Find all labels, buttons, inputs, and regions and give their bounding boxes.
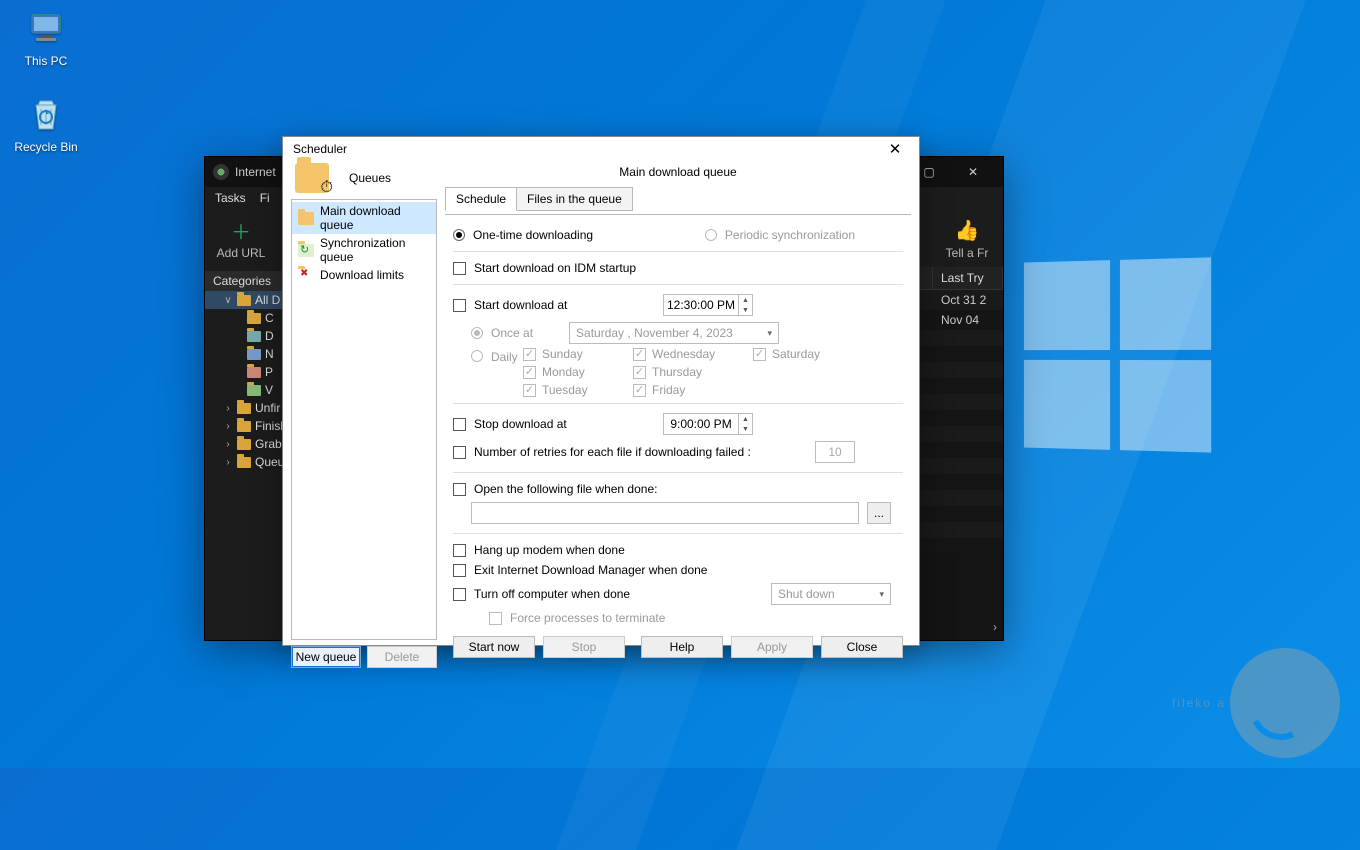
new-queue-button[interactable]: New queue xyxy=(291,646,361,668)
label-retries: Number of retries for each file if downl… xyxy=(474,445,751,459)
folder-icon xyxy=(298,212,314,225)
date-once-at[interactable]: Saturday , November 4, 2023 ▾ xyxy=(569,322,779,344)
chk-start-on-startup[interactable] xyxy=(453,262,466,275)
col-last-try[interactable]: Last Try xyxy=(933,267,1003,289)
label-force: Force processes to terminate xyxy=(510,611,665,625)
desktop-icon-recycle-bin[interactable]: Recycle Bin xyxy=(8,94,84,154)
radio-daily[interactable] xyxy=(471,350,483,362)
windows-logo xyxy=(1024,257,1211,452)
spin-down-icon[interactable]: ▼ xyxy=(739,305,752,315)
menu-file[interactable]: Fi xyxy=(260,191,270,205)
chk-exit-idm[interactable] xyxy=(453,564,466,577)
queues-panel: Queues Main download queue Synchronizati… xyxy=(291,161,437,668)
chk-start-at[interactable] xyxy=(453,299,466,312)
label-stop-at: Stop download at xyxy=(474,417,567,431)
stop-button[interactable]: Stop xyxy=(543,636,625,658)
close-icon[interactable]: ✕ xyxy=(877,137,913,161)
desktop-icon-label: Recycle Bin xyxy=(14,140,77,154)
tab-files[interactable]: Files in the queue xyxy=(516,187,633,211)
chk-tuesday[interactable] xyxy=(523,384,536,397)
idm-title-text: Internet xyxy=(235,165,276,179)
scheduler-titlebar[interactable]: Scheduler ✕ xyxy=(283,137,919,161)
time-start-at[interactable]: ▲▼ xyxy=(663,294,753,316)
plus-icon: ＋ xyxy=(227,216,255,244)
panel-title: Main download queue xyxy=(445,161,911,183)
delete-queue-button[interactable]: Delete xyxy=(367,646,437,668)
radio-one-time[interactable] xyxy=(453,229,465,241)
recycle-bin-icon xyxy=(25,94,67,136)
toolbar-add-url[interactable]: ＋ Add URL xyxy=(213,216,269,260)
chk-wednesday[interactable] xyxy=(633,348,646,361)
spin-up-icon[interactable]: ▲ xyxy=(739,414,752,424)
spin-up-icon[interactable]: ▲ xyxy=(739,295,752,305)
scroll-right-icon[interactable]: › xyxy=(993,620,997,634)
idm-app-icon xyxy=(213,164,229,180)
limits-icon xyxy=(298,269,314,282)
shutdown-mode[interactable]: Shut down▾ xyxy=(771,583,891,605)
chk-saturday[interactable] xyxy=(753,348,766,361)
chk-stop-at[interactable] xyxy=(453,418,466,431)
date-value: Saturday , November 4, 2023 xyxy=(576,326,733,340)
label-start-at: Start download at xyxy=(474,298,567,312)
queue-sync[interactable]: Synchronization queue xyxy=(292,234,436,266)
scheduler-right-panel: Main download queue Schedule Files in th… xyxy=(445,161,911,668)
chk-sunday[interactable] xyxy=(523,348,536,361)
label-hangup: Hang up modem when done xyxy=(474,543,625,557)
toolbar-label: Tell a Fr xyxy=(946,246,989,260)
dialog-title: Scheduler xyxy=(293,142,347,156)
start-now-button[interactable]: Start now xyxy=(453,636,535,658)
label-once-at: Once at xyxy=(491,326,533,340)
desktop-icon-label: This PC xyxy=(25,54,68,68)
label-one-time: One-time downloading xyxy=(473,228,593,242)
label-periodic: Periodic synchronization xyxy=(725,228,855,242)
tab-schedule[interactable]: Schedule xyxy=(445,187,517,211)
thumb-icon: 👍 xyxy=(953,216,981,244)
radio-periodic[interactable] xyxy=(705,229,717,241)
open-file-path[interactable] xyxy=(471,502,859,524)
queue-limits[interactable]: Download limits xyxy=(292,266,436,284)
label-exit-idm: Exit Internet Download Manager when done xyxy=(474,563,707,577)
desktop-icon-this-pc[interactable]: This PC xyxy=(8,8,84,68)
chevron-down-icon: ▾ xyxy=(768,328,773,339)
close-button[interactable]: Close xyxy=(821,636,903,658)
close-button[interactable]: ✕ xyxy=(951,157,995,187)
sync-folder-icon xyxy=(298,244,314,257)
spin-down-icon[interactable]: ▼ xyxy=(739,424,752,434)
chk-hangup[interactable] xyxy=(453,544,466,557)
queue-main[interactable]: Main download queue xyxy=(292,202,436,234)
queues-label: Queues xyxy=(337,171,433,185)
retries-value[interactable]: 10 xyxy=(815,441,855,463)
toolbar-label: Add URL xyxy=(217,246,266,260)
help-button[interactable]: Help xyxy=(641,636,723,658)
menu-tasks[interactable]: Tasks xyxy=(215,191,246,205)
radio-once-at[interactable] xyxy=(471,327,483,339)
bird-icon xyxy=(1230,648,1340,758)
label-open-file: Open the following file when done: xyxy=(474,482,657,496)
time-start-value[interactable] xyxy=(664,295,738,315)
apply-button[interactable]: Apply xyxy=(731,636,813,658)
chk-force[interactable] xyxy=(489,612,502,625)
scheduler-dialog: Scheduler ✕ Queues Main download queue S… xyxy=(282,136,920,646)
queues-list: Main download queue Synchronization queu… xyxy=(291,199,437,640)
chk-thursday[interactable] xyxy=(633,366,646,379)
browse-button[interactable]: ... xyxy=(867,502,891,524)
time-stop-at[interactable]: ▲▼ xyxy=(663,413,753,435)
watermark: fileko a xyxy=(1172,648,1340,758)
chevron-down-icon: ▾ xyxy=(879,589,884,600)
label-start-on-startup: Start download on IDM startup xyxy=(474,261,636,275)
chk-retries[interactable] xyxy=(453,446,466,459)
pc-icon xyxy=(25,8,67,50)
chk-turnoff[interactable] xyxy=(453,588,466,601)
chk-monday[interactable] xyxy=(523,366,536,379)
label-turnoff: Turn off computer when done xyxy=(474,587,630,601)
chk-friday[interactable] xyxy=(633,384,646,397)
toolbar-tell-friend[interactable]: 👍 Tell a Fr xyxy=(939,216,995,260)
time-stop-value[interactable] xyxy=(664,414,738,434)
chk-open-file[interactable] xyxy=(453,483,466,496)
clock-folder-icon xyxy=(295,163,329,193)
